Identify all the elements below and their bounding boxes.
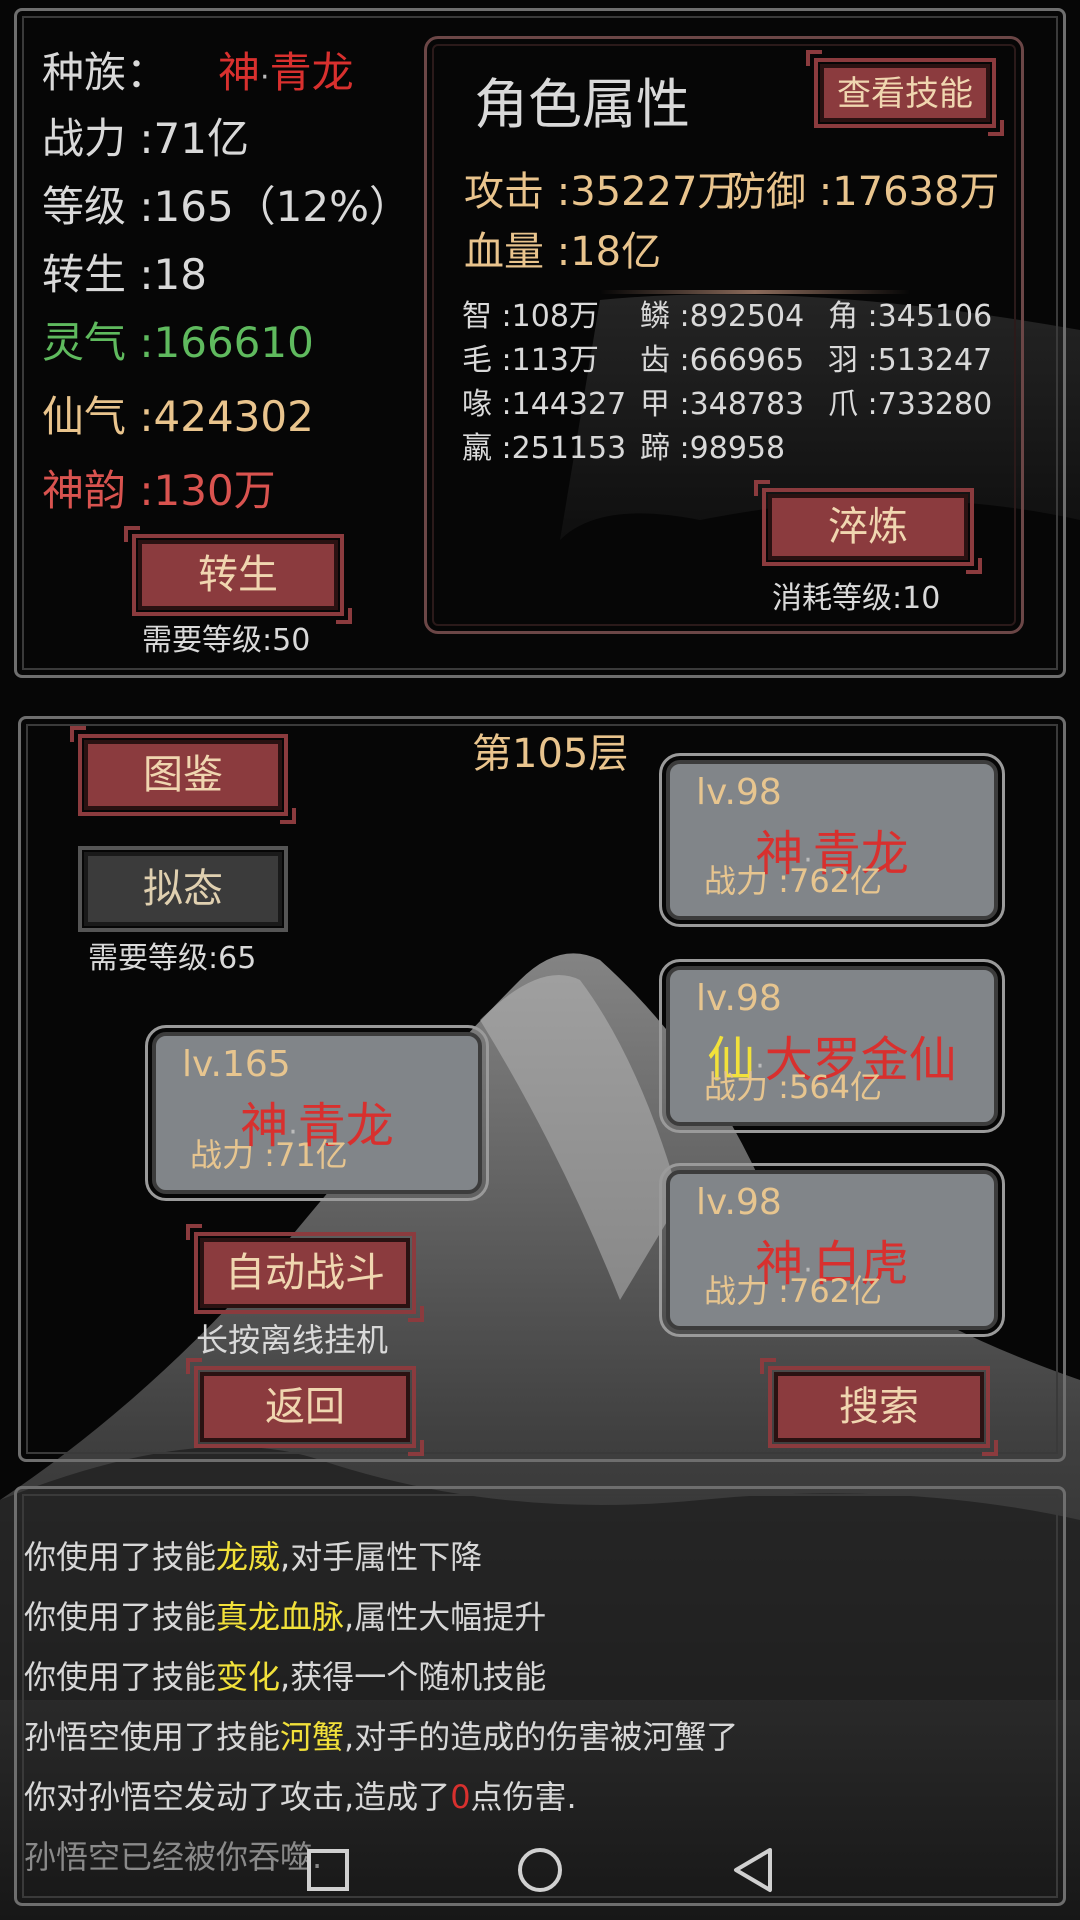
log-line: 你使用了技能变化,获得一个随机技能 bbox=[24, 1652, 546, 1698]
attributes-divider bbox=[600, 290, 910, 294]
log-line: 孙悟空使用了技能河蟹,对手的造成的伤害被河蟹了 bbox=[24, 1712, 738, 1758]
floor-label: 第105层 bbox=[472, 731, 629, 777]
back-icon[interactable] bbox=[730, 1846, 776, 1894]
log-skill: 河蟹 bbox=[280, 1718, 345, 1756]
level-stat: 等级 :165（12%） bbox=[42, 182, 412, 231]
log-text: ,对手属性下降 bbox=[280, 1538, 483, 1576]
race-separator: · bbox=[260, 60, 270, 95]
player-card[interactable]: lv.165 神·青龙 战力 :71亿 bbox=[145, 1025, 489, 1201]
recent-apps-icon[interactable] bbox=[306, 1848, 350, 1892]
log-text: 你对孙悟空发动了攻击,造成了 bbox=[24, 1778, 451, 1816]
enemy-level: lv.98 bbox=[696, 772, 782, 813]
player-level: lv.165 bbox=[182, 1044, 291, 1085]
log-text: 你使用了技能 bbox=[24, 1538, 217, 1576]
refine-button[interactable]: 淬炼 bbox=[754, 480, 982, 574]
attribute-value: 齿 :666965 bbox=[640, 343, 805, 378]
auto-battle-button[interactable]: 自动战斗 bbox=[186, 1224, 424, 1322]
log-text: 你使用了技能 bbox=[24, 1598, 217, 1636]
log-text: 点伤害. bbox=[470, 1778, 577, 1816]
enemy-card[interactable]: lv.98 神·青龙 战力 :762亿 bbox=[659, 753, 1005, 927]
player-power: 战力 :71亿 bbox=[190, 1136, 348, 1174]
attribute-value: 羸 :251153 bbox=[462, 431, 627, 466]
attribute-value: 羽 :513247 bbox=[828, 343, 993, 378]
attribute-value: 蹄 :98958 bbox=[640, 431, 786, 466]
rebirth-button[interactable]: 转生 bbox=[124, 526, 352, 624]
home-icon[interactable] bbox=[516, 1846, 564, 1894]
log-skill: 真龙血脉 bbox=[216, 1598, 345, 1636]
atlas-button[interactable]: 图鉴 bbox=[70, 726, 296, 824]
mimic-button[interactable]: 拟态 bbox=[78, 846, 288, 932]
log-damage: 0 bbox=[450, 1778, 471, 1816]
defense-stat: 防御 :17638万 bbox=[726, 169, 1000, 215]
attribute-value: 智 :108万 bbox=[462, 299, 599, 334]
log-skill: 龙威 bbox=[216, 1538, 281, 1576]
enemy-power: 战力 :762亿 bbox=[704, 1272, 883, 1310]
hp-stat: 血量 :18亿 bbox=[464, 229, 662, 275]
attribute-value: 甲 :348783 bbox=[640, 387, 805, 422]
enemy-power: 战力 :762亿 bbox=[704, 862, 883, 900]
shenyun-stat: 神韵 :130万 bbox=[42, 466, 276, 515]
view-skills-button[interactable]: 查看技能 bbox=[806, 50, 1004, 136]
race-name: 青龙 bbox=[269, 48, 354, 97]
enemy-card[interactable]: lv.98 仙·大罗金仙 战力 :564亿 bbox=[659, 959, 1005, 1133]
log-text: ,获得一个随机技能 bbox=[280, 1658, 547, 1696]
log-line: 你使用了技能真龙血脉,属性大幅提升 bbox=[24, 1592, 546, 1638]
log-skill: 变化 bbox=[216, 1658, 281, 1696]
log-text: ,属性大幅提升 bbox=[344, 1598, 547, 1636]
log-text: 孙悟空使用了技能 bbox=[24, 1718, 281, 1756]
auto-battle-hint: 长按离线挂机 bbox=[196, 1321, 389, 1359]
lingqi-stat: 灵气 :166610 bbox=[42, 318, 314, 367]
race-value: 神·青龙 bbox=[218, 52, 354, 94]
xianqi-stat: 仙气 :424302 bbox=[42, 392, 314, 441]
log-text: 你使用了技能 bbox=[24, 1658, 217, 1696]
log-line: 你使用了技能龙威,对手属性下降 bbox=[24, 1532, 482, 1578]
enemy-level: lv.98 bbox=[696, 978, 782, 1019]
enemy-card[interactable]: lv.98 神·白虎 战力 :762亿 bbox=[659, 1163, 1005, 1337]
mimic-requirement: 需要等级:65 bbox=[88, 941, 257, 976]
system-nav-bar bbox=[0, 1820, 1080, 1920]
rebirth-stat: 转生 :18 bbox=[42, 250, 207, 299]
attributes-title: 角色属性 bbox=[474, 73, 690, 136]
attribute-value: 爪 :733280 bbox=[828, 387, 993, 422]
attribute-value: 毛 :113万 bbox=[462, 343, 599, 378]
race-prefix: 神 bbox=[218, 48, 261, 97]
enemy-level: lv.98 bbox=[696, 1182, 782, 1223]
search-button[interactable]: 搜索 bbox=[760, 1358, 998, 1456]
attribute-value: 鳞 :892504 bbox=[640, 299, 805, 334]
race-label: 种族： bbox=[42, 48, 169, 97]
log-line: 你对孙悟空发动了攻击,造成了0点伤害. bbox=[24, 1772, 577, 1818]
rebirth-requirement: 需要等级:50 bbox=[142, 623, 311, 658]
attack-stat: 攻击 :35227万 bbox=[464, 169, 738, 215]
attribute-value: 角 :345106 bbox=[828, 299, 993, 334]
refine-cost: 消耗等级:10 bbox=[772, 581, 941, 616]
attribute-value: 喙 :144327 bbox=[462, 387, 627, 422]
power-stat: 战力 :71亿 bbox=[42, 114, 249, 163]
log-text: ,对手的造成的伤害被河蟹了 bbox=[344, 1718, 739, 1756]
enemy-power: 战力 :564亿 bbox=[704, 1068, 883, 1106]
back-button[interactable]: 返回 bbox=[186, 1358, 424, 1456]
